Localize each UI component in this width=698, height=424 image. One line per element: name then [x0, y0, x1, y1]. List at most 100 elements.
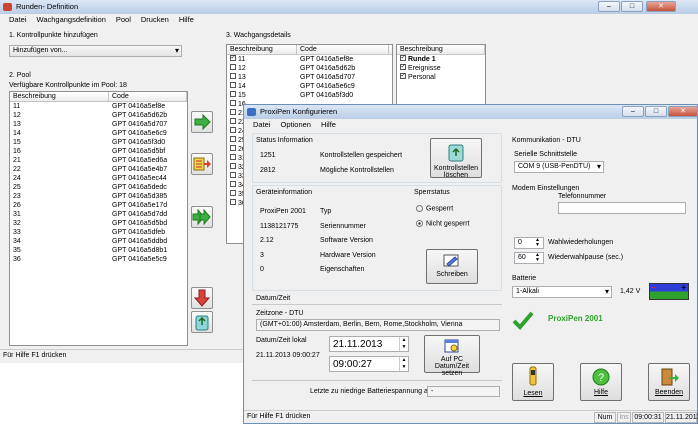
add-from-dropdown[interactable]: Hinzufügen von... — [9, 45, 182, 57]
checkbox-icon[interactable] — [400, 64, 406, 71]
spin-icon[interactable]: ▲ ▼ — [399, 337, 408, 351]
menu-wachgangsdefinition[interactable]: Wachgangsdefinition — [32, 14, 111, 26]
checkbox-icon[interactable] — [230, 73, 236, 80]
pool-row[interactable]: 15 GPT 0416a5f3d0 — [10, 138, 187, 147]
pool-row[interactable]: 23 GPT 0416a5d385 — [10, 192, 187, 201]
radio-icon[interactable] — [416, 205, 423, 212]
checkbox-icon[interactable] — [230, 163, 236, 170]
menu-hilfe[interactable]: Hilfe — [174, 14, 199, 26]
dialog-menu-hilfe[interactable]: Hilfe — [316, 119, 341, 131]
dialog-minimize-button[interactable]: – — [622, 106, 644, 117]
minimize-button[interactable]: – — [598, 1, 620, 12]
checkbox-icon[interactable] — [230, 55, 236, 62]
help-button[interactable]: ? Hilfe — [580, 363, 622, 401]
device-name: ProxiPen 2001 — [548, 314, 603, 323]
round-item[interactable]: Personal — [397, 73, 485, 82]
checkbox-icon[interactable] — [230, 199, 236, 206]
close-button[interactable]: ✕ — [646, 1, 676, 12]
move-down-button[interactable] — [191, 287, 213, 309]
spin-icon[interactable]: ▲ ▼ — [535, 238, 543, 248]
pool-row[interactable]: 14 GPT 0416a5e6c9 — [10, 129, 187, 138]
dialog-close-button[interactable]: ✕ — [668, 106, 698, 117]
battery-type-dropdown[interactable]: 1-Alkali — [512, 286, 612, 298]
pool-row[interactable]: 31 GPT 0416a5d7dd — [10, 210, 187, 219]
round-item[interactable]: Ereignisse — [397, 64, 485, 73]
checkbox-icon[interactable] — [230, 64, 236, 71]
pool-col-beschreibung[interactable]: Beschreibung — [10, 92, 109, 101]
checkbox-icon[interactable] — [230, 154, 236, 161]
menu-datei[interactable]: Datei — [4, 14, 32, 26]
pool-row[interactable]: 32 GPT 0416a5d5bd — [10, 219, 187, 228]
pool-row-desc: 21 — [13, 157, 21, 164]
main-menubar: Datei Wachgangsdefinition Pool Drucken H… — [0, 14, 698, 26]
recycle-button[interactable] — [191, 311, 213, 333]
maximize-button[interactable]: □ — [621, 1, 643, 12]
checkbox-icon[interactable] — [230, 118, 236, 125]
checkbox-icon[interactable] — [230, 109, 236, 116]
details-row-desc: 13 — [227, 73, 297, 82]
checkbox-icon[interactable] — [230, 181, 236, 188]
pool-row[interactable]: 36 GPT 0416a5e5c9 — [10, 255, 187, 264]
pool-row[interactable]: 22 GPT 0416a5e4b7 — [10, 165, 187, 174]
checkbox-icon[interactable] — [230, 100, 236, 107]
pool-row[interactable]: 11 GPT 0416a5ef8e — [10, 102, 187, 111]
radio-locked[interactable]: Gesperrt — [416, 205, 453, 212]
exit-button[interactable]: Beenden — [648, 363, 690, 401]
round-col-beschreibung[interactable]: Beschreibung — [397, 45, 485, 54]
radio-unlocked[interactable]: Nicht gesperrt — [416, 220, 470, 227]
details-col-beschreibung[interactable]: Beschreibung — [227, 45, 297, 54]
date-input[interactable]: 21.11.2013 ▲ ▼ — [329, 336, 409, 352]
dialog-menu-optionen[interactable]: Optionen — [276, 119, 316, 131]
pool-col-code[interactable]: Code — [109, 92, 187, 101]
menu-pool[interactable]: Pool — [111, 14, 136, 26]
battery-last-field: - — [427, 386, 500, 397]
checkbox-icon[interactable] — [230, 172, 236, 179]
pool-row[interactable]: 13 GPT 0416a5d707 — [10, 120, 187, 129]
details-row[interactable]: 14 GPT 0416a5e6c9 — [227, 82, 392, 91]
checkbox-icon[interactable] — [230, 127, 236, 134]
pool-table-header: Beschreibung Code — [10, 92, 187, 102]
round-item[interactable]: Runde 1 — [397, 55, 485, 64]
redial-input[interactable]: 0 ▲ ▼ — [514, 237, 544, 249]
details-col-code[interactable]: Code — [297, 45, 389, 54]
add-grid-button[interactable] — [191, 153, 213, 175]
pool-row[interactable]: 25 GPT 0416a5dedc — [10, 183, 187, 192]
checkbox-icon[interactable] — [230, 136, 236, 143]
details-row[interactable]: 15 GPT 0416a5f3d0 — [227, 91, 392, 100]
checkbox-icon[interactable] — [230, 190, 236, 197]
pool-row[interactable]: 16 GPT 0416a5d5bf — [10, 147, 187, 156]
details-row[interactable]: 11 GPT 0416a5ef8e — [227, 55, 392, 64]
add-all-button[interactable] — [191, 206, 213, 228]
pause-input[interactable]: 60 ▲ ▼ — [514, 252, 544, 264]
spin-icon[interactable]: ▲ ▼ — [399, 357, 408, 371]
read-button[interactable]: Lesen — [512, 363, 554, 401]
checkbox-icon[interactable] — [400, 73, 406, 80]
pool-row[interactable]: 34 GPT 0416a5ddbd — [10, 237, 187, 246]
details-row[interactable]: 13 GPT 0416a5d707 — [227, 73, 392, 82]
checkbox-icon[interactable] — [230, 145, 236, 152]
delete-checkpoints-button[interactable]: Kontrollstellen löschen — [430, 138, 482, 179]
pool-row[interactable]: 26 GPT 0416a5e17d — [10, 201, 187, 210]
timezone-field[interactable]: (GMT+01:00) Amsterdam, Berlin, Bern, Rom… — [256, 319, 500, 331]
checkbox-icon[interactable] — [230, 91, 236, 98]
spin-icon[interactable]: ▲ ▼ — [535, 253, 543, 263]
pool-row[interactable]: 33 GPT 0416a5dfeb — [10, 228, 187, 237]
pool-row[interactable]: 12 GPT 0416a5d62b — [10, 111, 187, 120]
pool-row[interactable]: 21 GPT 0416a5ed6a — [10, 156, 187, 165]
add-to-round-button[interactable] — [191, 111, 213, 133]
pool-table[interactable]: Beschreibung Code 11 GPT 0416a5ef8e 12 GPT … — [9, 91, 188, 346]
set-pc-time-button[interactable]: Auf PC Datum/Zeit setzen — [424, 335, 480, 377]
menu-drucken[interactable]: Drucken — [136, 14, 174, 26]
pool-row[interactable]: 24 GPT 0416a5ec44 — [10, 174, 187, 183]
radio-selected-icon[interactable] — [416, 220, 423, 227]
details-row[interactable]: 12 GPT 0416a5d62b — [227, 64, 392, 73]
dialog-menu-datei[interactable]: Datei — [248, 119, 276, 131]
serial-port-dropdown[interactable]: COM 9 (USB-PenDTU) — [514, 161, 604, 173]
time-input[interactable]: 09:00:27 ▲ ▼ — [329, 356, 409, 372]
phone-input[interactable] — [558, 202, 686, 214]
checkbox-icon[interactable] — [230, 82, 236, 89]
checkbox-icon[interactable] — [400, 55, 406, 62]
write-button[interactable]: Schreiben — [426, 249, 478, 284]
pool-row[interactable]: 35 GPT 0416a5d8b1 — [10, 246, 187, 255]
dialog-maximize-button[interactable]: □ — [645, 106, 667, 117]
